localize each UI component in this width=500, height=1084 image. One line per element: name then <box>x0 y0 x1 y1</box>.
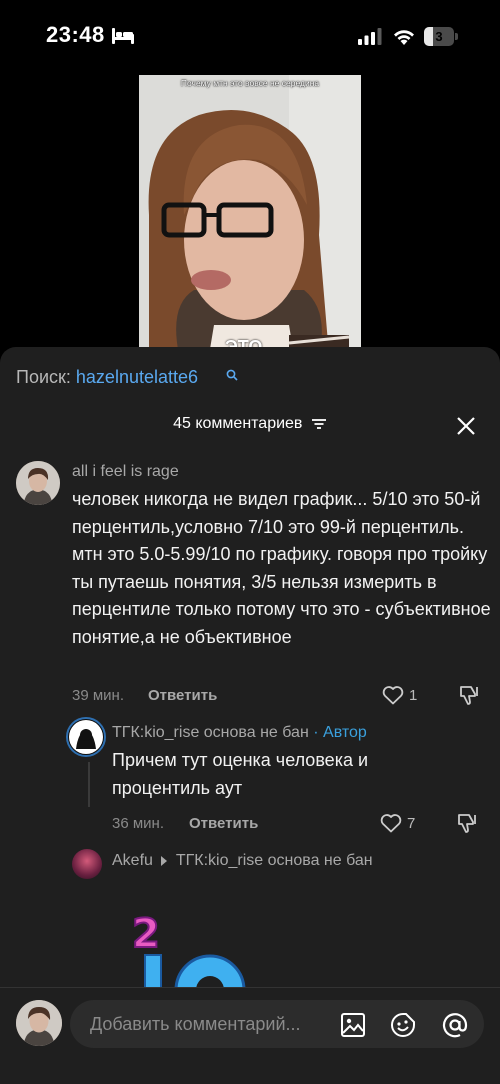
status-bar: 23:48 3 <box>0 0 500 74</box>
comment-text: человек никогда не видел график... 5/10 … <box>72 489 491 647</box>
sticker-image: 2 <box>131 910 246 995</box>
reply-time: 36 мин. <box>112 815 164 832</box>
comment-input[interactable]: Добавить комментарий... <box>70 1000 484 1048</box>
cellular-signal-icon <box>358 28 382 45</box>
comments-count: 45 комментариев <box>173 415 303 432</box>
svg-text:2: 2 <box>132 911 160 957</box>
reply-author-name[interactable]: Akefu <box>112 852 153 869</box>
thread-line <box>88 762 90 807</box>
battery-indicator: 3 <box>424 27 458 46</box>
video-caption: Почему мтн это вовсе не середина <box>180 78 320 88</box>
reply-arrow-icon <box>161 855 168 866</box>
reply-author-name[interactable]: ТГК:kio_rise основа не бан <box>112 724 309 741</box>
dislike-icon[interactable] <box>456 813 478 833</box>
avatar[interactable] <box>16 461 60 505</box>
search-query-link[interactable]: hazelnutelatte6 <box>76 367 198 387</box>
sleep-focus-icon <box>112 28 134 44</box>
emoji-icon[interactable] <box>390 1012 416 1038</box>
author-badge: · Автор <box>313 724 367 741</box>
sort-filter-icon[interactable] <box>311 418 327 430</box>
reply-text: Причем тут оценка человека и процентиль … <box>112 750 369 798</box>
dislike-icon[interactable] <box>458 685 480 705</box>
comment-author[interactable]: all i feel is rage <box>72 463 179 481</box>
status-time: 23:48 <box>46 22 105 47</box>
video-frame <box>139 75 361 355</box>
battery-level: 3 <box>435 29 443 44</box>
comment-input-bar: Добавить комментарий... <box>0 987 500 1084</box>
reply-button[interactable]: Ответить <box>148 687 217 704</box>
avatar[interactable] <box>66 717 106 757</box>
wifi-icon <box>394 30 414 45</box>
related-search[interactable]: Поиск: hazelnutelatte6 <box>16 367 198 388</box>
current-user-avatar[interactable] <box>16 1000 62 1046</box>
reply-author[interactable]: ТГК:kio_rise основа не бан · Автор <box>112 724 367 742</box>
like-count: 1 <box>409 687 418 704</box>
close-icon[interactable] <box>455 415 477 437</box>
reply-author[interactable]: Akefu ТГК:kio_rise основа не бан <box>112 852 373 870</box>
comments-sheet: Поиск: hazelnutelatte6 45 комментариев a… <box>0 347 500 1084</box>
heart-icon[interactable] <box>380 813 402 833</box>
search-icon <box>226 369 238 381</box>
reply-button[interactable]: Ответить <box>189 815 258 832</box>
reply-to-name[interactable]: ТГК:kio_rise основа не бан <box>176 852 373 869</box>
avatar[interactable] <box>72 849 102 879</box>
comments-count-header[interactable]: 45 комментариев <box>0 415 500 433</box>
mention-icon[interactable] <box>442 1012 468 1038</box>
heart-icon[interactable] <box>382 685 404 705</box>
like-count: 7 <box>407 815 416 832</box>
video-preview[interactable]: Почему мтн это вовсе не середина ЭТО <box>139 75 361 355</box>
search-label: Поиск: <box>16 367 71 387</box>
comment-time: 39 мин. <box>72 687 124 704</box>
comment-input-placeholder: Добавить комментарий... <box>90 1014 301 1034</box>
image-icon[interactable] <box>340 1012 366 1038</box>
